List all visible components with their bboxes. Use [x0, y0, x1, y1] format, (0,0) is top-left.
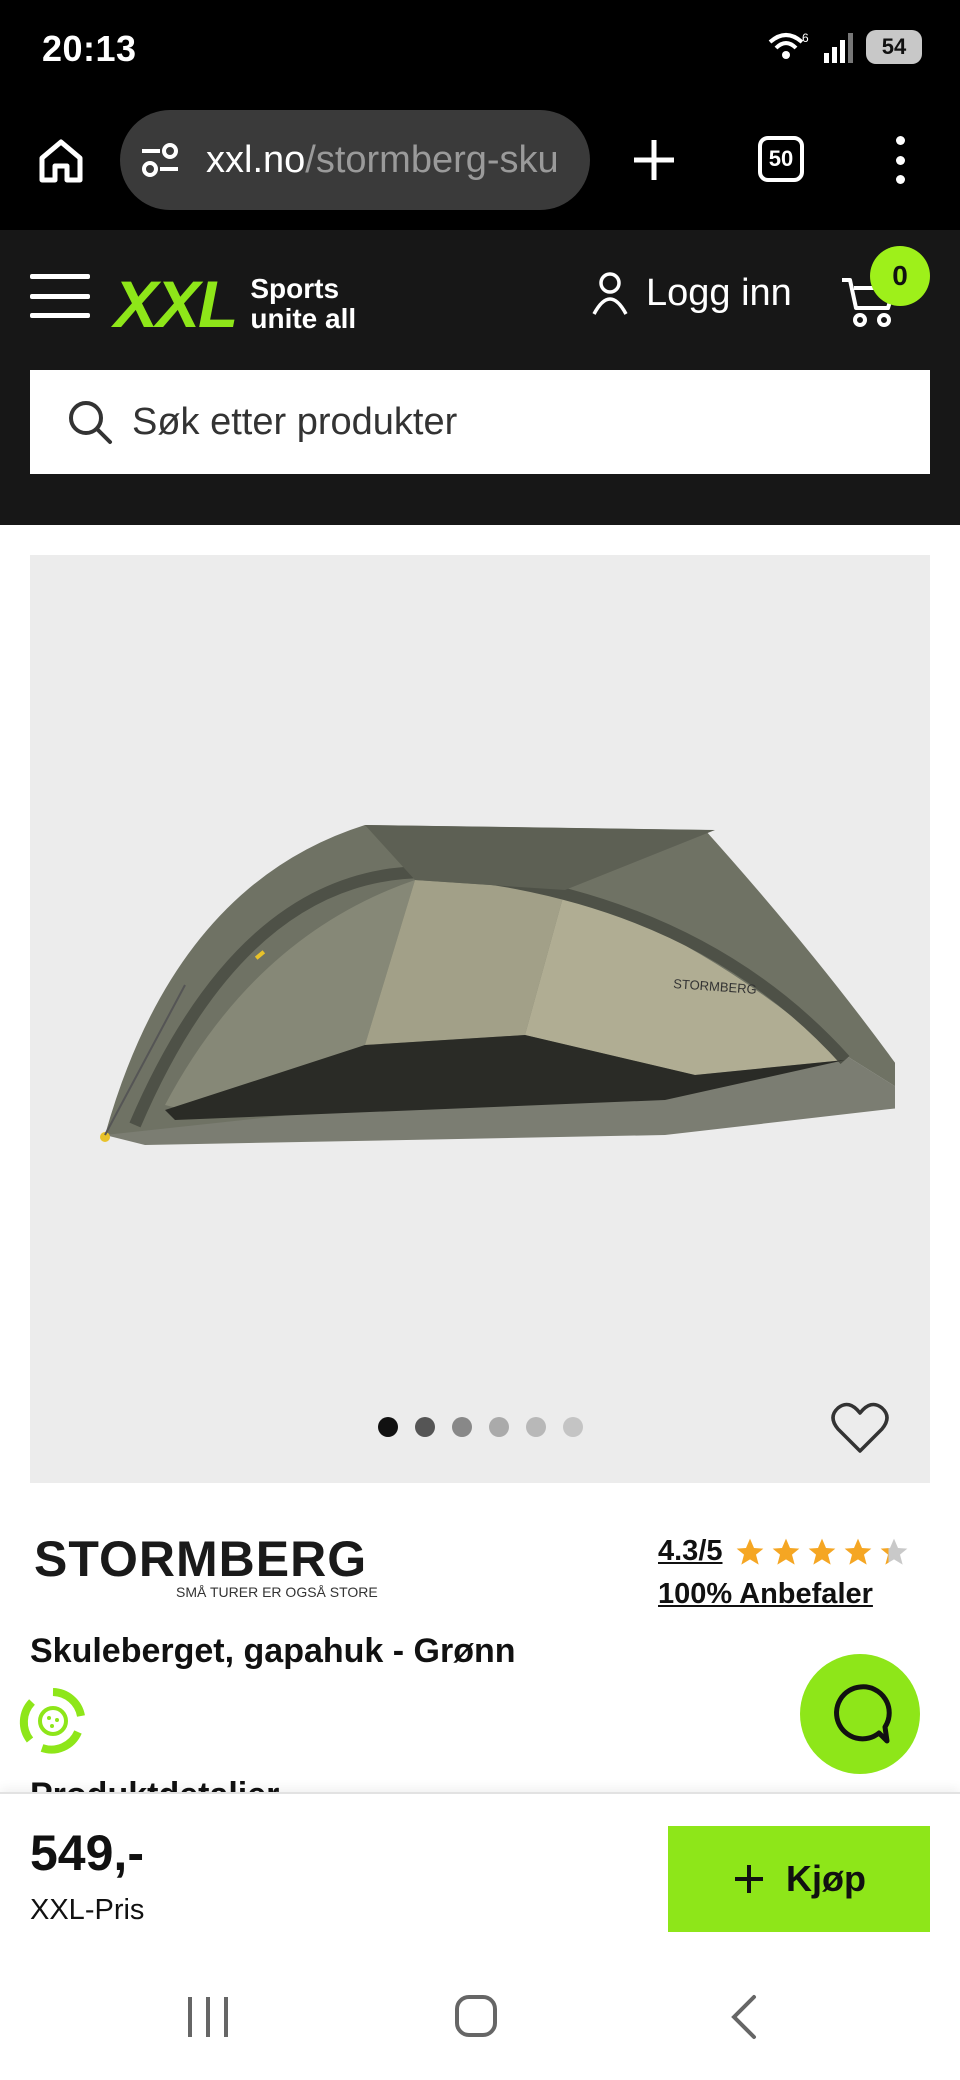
gallery-dot[interactable] [563, 1417, 583, 1437]
product-image[interactable]: STORMBERG [65, 715, 895, 1215]
url-path: /stormberg-sku [305, 138, 559, 181]
wifi-label: 6 [802, 31, 809, 45]
gallery-dot[interactable] [526, 1417, 546, 1437]
product-title: Skuleberget, gapahuk - Grønn [30, 1632, 516, 1670]
rating-stars [733, 1536, 911, 1568]
buy-button-label: Kjøp [786, 1858, 866, 1899]
brand-tagline: SMÅ TURER ER OGSÅ STORE [176, 1584, 378, 1600]
tab-switcher-button[interactable]: 50 [758, 136, 804, 182]
site-header: XXL Sports unite all Logg inn 0 Søk ette… [0, 230, 960, 525]
url-domain: xxl.no [206, 138, 306, 181]
buy-bar: 549,- XXL-Pris Kjøp [0, 1792, 960, 1967]
system-home-button[interactable] [455, 1995, 497, 2037]
back-icon[interactable] [728, 1993, 760, 2041]
chat-button[interactable] [800, 1654, 920, 1774]
user-icon [592, 272, 628, 315]
plus-icon [735, 1865, 763, 1893]
price: 549,- [30, 1825, 144, 1881]
logo-tagline-line2: unite all [250, 303, 357, 334]
buy-button[interactable]: Kjøp [668, 1826, 930, 1932]
logo-tagline: Sports unite all [250, 274, 356, 334]
gallery-dot[interactable] [489, 1417, 509, 1437]
login-label: Logg inn [646, 271, 792, 314]
rating-value[interactable]: 4.3/5 [658, 1535, 723, 1568]
browser-home-button[interactable] [30, 130, 92, 192]
url-text: xxl.no/stormberg-sku [206, 139, 559, 182]
home-icon [39, 139, 83, 183]
url-bar[interactable]: xxl.no/stormberg-sku [120, 110, 590, 210]
recommend-link[interactable]: 100% Anbefaler [658, 1578, 873, 1611]
search-input[interactable]: Søk etter produkter [30, 370, 930, 474]
logo-wordmark: XXL [114, 267, 238, 341]
status-bar: 20:13 6 54 [0, 0, 960, 100]
hamburger-menu-button[interactable] [30, 274, 90, 318]
hamburger-line-icon [30, 274, 90, 279]
status-icons: 6 54 [766, 30, 922, 64]
site-settings-icon[interactable] [138, 138, 182, 182]
menu-dot-icon [895, 155, 905, 165]
gallery-dot-active[interactable] [378, 1417, 398, 1437]
star-icon [736, 1538, 763, 1565]
favorite-heart-icon[interactable] [830, 1401, 890, 1457]
browser-menu-button[interactable] [880, 130, 920, 190]
system-nav-bar [0, 1967, 960, 2080]
hamburger-line-icon [30, 313, 90, 318]
xxl-logo[interactable]: XXL Sports unite all [114, 266, 356, 342]
eco-recycle-icon[interactable] [18, 1686, 88, 1756]
signal-icon [824, 33, 853, 63]
hamburger-line-icon [30, 293, 90, 299]
wifi-icon: 6 [768, 31, 809, 59]
new-tab-button[interactable] [626, 132, 682, 188]
section-heading-peek: Produktdetaljer [30, 1776, 279, 1792]
brand-logo[interactable]: STORMBERG SMÅ TURER ER OGSÅ STORE [34, 1530, 378, 1600]
cart-count-badge[interactable]: 0 [870, 246, 930, 306]
star-icon [808, 1538, 835, 1565]
gallery-dot[interactable] [452, 1417, 472, 1437]
battery-indicator: 54 [866, 30, 922, 64]
recent-apps-line-icon [188, 1997, 192, 2037]
menu-dot-icon [895, 136, 905, 145]
chat-bubble-icon [834, 1684, 892, 1744]
gallery-pagination [378, 1417, 583, 1437]
search-placeholder: Søk etter produkter [132, 400, 458, 443]
browser-toolbar: xxl.no/stormberg-sku 50 [0, 100, 960, 230]
login-link[interactable]: Logg inn [590, 270, 792, 316]
product-rating[interactable]: 4.3/5 [658, 1535, 911, 1568]
menu-dot-icon [895, 175, 905, 184]
logo-tagline-line1: Sports [250, 273, 340, 304]
search-icon [69, 401, 112, 444]
recent-apps-button[interactable] [188, 1997, 228, 2037]
recent-apps-line-icon [206, 1997, 210, 2037]
gallery-dot[interactable] [415, 1417, 435, 1437]
brand-name: STORMBERG [34, 1531, 368, 1587]
star-icon [844, 1538, 871, 1565]
recent-apps-line-icon [224, 1997, 228, 2037]
status-time: 20:13 [42, 28, 137, 69]
price-label: XXL-Pris [30, 1894, 145, 1926]
star-half-icon [880, 1538, 907, 1565]
star-icon [772, 1538, 799, 1565]
product-image-gallery[interactable]: STORMBERG [30, 555, 930, 1483]
